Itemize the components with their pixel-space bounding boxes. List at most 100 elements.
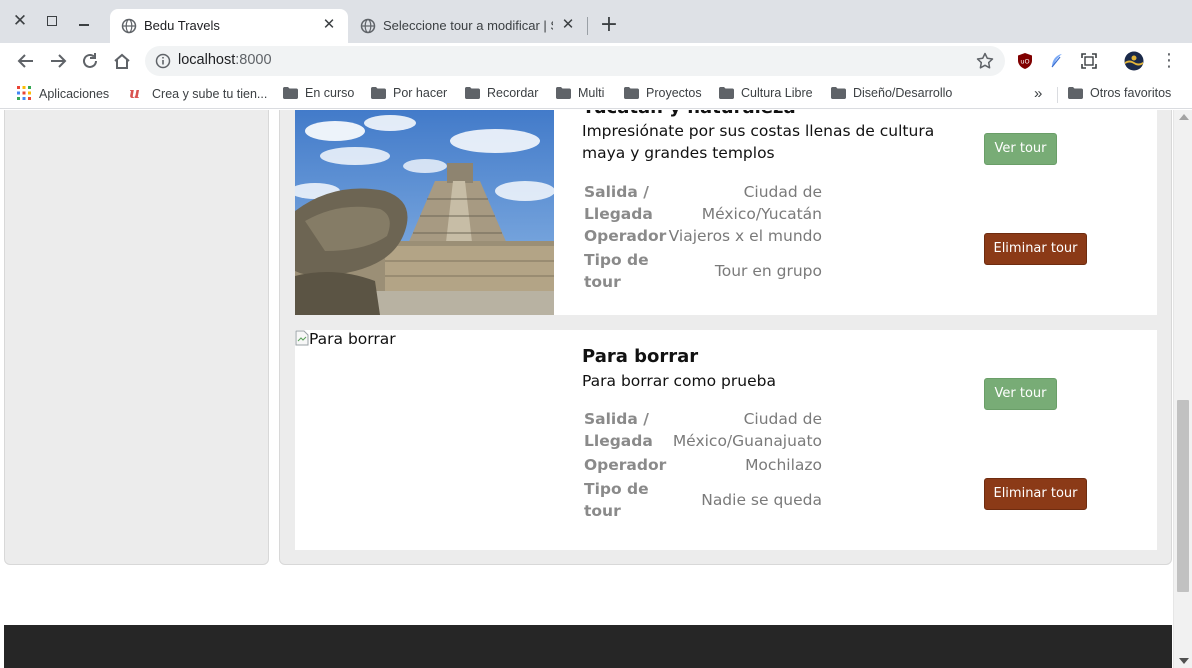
tour-title: Para borrar	[582, 346, 699, 367]
bookmark-recordar[interactable]: Recordar	[465, 86, 538, 104]
window-close-icon[interactable]: ✕	[11, 12, 29, 30]
ublock-shield-icon[interactable]: uO	[1016, 52, 1034, 70]
info-icon[interactable]	[155, 53, 171, 69]
page-viewport: Yucatán y naturaleza Impresiónate por su…	[0, 110, 1192, 668]
tab-title: Bedu Travels	[144, 18, 220, 33]
address-bar[interactable]: localhost:8000	[145, 46, 1005, 76]
tab-seleccione-tour[interactable]: Seleccione tour a modificar | Sitio ✕	[349, 9, 587, 43]
bookmarks-separator	[1057, 87, 1058, 103]
window-minimize-icon[interactable]	[75, 12, 93, 30]
feather-extension-icon[interactable]	[1048, 52, 1066, 70]
bookmark-label: Proyectos	[646, 86, 702, 100]
tour-description: Para borrar como prueba	[582, 372, 776, 390]
tour-description: Impresiónate por sus costas llenas de cu…	[582, 122, 935, 162]
tab-title: Seleccione tour a modificar | Sitio	[383, 18, 553, 33]
window-maximize-icon[interactable]	[43, 12, 61, 30]
globe-icon	[121, 18, 137, 34]
detail-operador: Operador Viajeros x el mundo	[582, 225, 822, 249]
detail-salida-llegada: Salida / Llegada Ciudad de México/Guanaj…	[582, 408, 822, 454]
url-text: localhost:8000	[178, 52, 272, 68]
back-icon[interactable]	[15, 50, 37, 72]
detail-operador: Operador Mochilazo	[582, 454, 822, 478]
bookmark-proyectos[interactable]: Proyectos	[624, 86, 702, 104]
tour-image-chichen-itza	[295, 110, 554, 315]
detail-value: Ciudad de México/Guanajuato	[672, 410, 822, 450]
u-logo-icon: u	[129, 84, 140, 102]
folder-icon	[719, 87, 734, 99]
bookmark-label: En curso	[305, 86, 355, 100]
delete-tour-button[interactable]: Eliminar tour	[984, 478, 1087, 510]
tour-list-panel: Yucatán y naturaleza Impresiónate por su…	[279, 110, 1172, 565]
tour-card: Para borrar Para borrar Para borrar como…	[295, 330, 1157, 550]
browser-menu-icon[interactable]: ⋮	[1160, 52, 1178, 70]
detail-label: Tipo de tour	[584, 251, 649, 291]
bookmark-label: Diseño/Desarrollo	[853, 86, 953, 100]
view-tour-button[interactable]: Ver tour	[984, 378, 1057, 410]
tour-card: Yucatán y naturaleza Impresiónate por su…	[295, 110, 1157, 315]
browser-titlebar: ✕ Bedu Travels ✕ Seleccione tour a modif…	[0, 0, 1192, 43]
page-scrollbar[interactable]	[1173, 110, 1192, 668]
bookmark-star-icon[interactable]	[975, 51, 995, 71]
broken-image-icon	[295, 330, 309, 346]
bookmark-cultura-libre[interactable]: Cultura Libre	[719, 86, 813, 104]
detail-value: Nadie se queda	[701, 491, 822, 509]
folder-icon	[831, 87, 846, 99]
bookmarks-overflow-icon[interactable]: »	[1034, 85, 1042, 102]
bookmark-label: Recordar	[487, 86, 539, 100]
detail-tipo-de-tour: Tipo de tour Tour en grupo	[582, 249, 822, 293]
scroll-down-arrow-icon[interactable]	[1179, 658, 1189, 664]
bookmarks-bar: Aplicaciones u Crea y sube tu tien... En …	[0, 79, 1192, 109]
new-tab-icon[interactable]: +	[598, 14, 620, 36]
bookmark-label: Aplicaciones	[39, 87, 110, 101]
tour-details: Salida / Llegada Ciudad de México/Guanaj…	[582, 408, 822, 522]
detail-value: Mochilazo	[745, 456, 822, 474]
folder-icon	[465, 87, 480, 99]
image-alt-text: Para borrar	[309, 330, 396, 348]
browser-toolbar: localhost:8000 uO ⋮	[0, 43, 1192, 79]
url-host: localhost	[178, 52, 236, 68]
sidebar-panel	[4, 110, 269, 565]
screen-capture-icon[interactable]	[1080, 52, 1098, 70]
bookmark-label: Cultura Libre	[741, 86, 813, 100]
bookmark-label: Multi	[578, 86, 605, 100]
delete-tour-button[interactable]: Eliminar tour	[984, 233, 1087, 265]
bookmark-aplicaciones[interactable]: Aplicaciones	[17, 86, 109, 104]
tab-close-icon[interactable]: ✕	[559, 16, 577, 34]
folder-icon	[556, 87, 571, 99]
bookmark-diseno-desarrollo[interactable]: Diseño/Desarrollo	[831, 86, 952, 104]
bookmark-crea-y-sube[interactable]: u Crea y sube tu tien...	[129, 86, 267, 104]
folder-icon	[624, 87, 639, 99]
detail-value: Tour en grupo	[714, 262, 822, 280]
detail-label: Operador	[584, 227, 667, 245]
svg-text:uO: uO	[1020, 58, 1029, 66]
page-footer	[4, 625, 1172, 668]
profile-avatar-icon[interactable]	[1124, 51, 1144, 71]
apps-grid-icon	[17, 86, 31, 100]
bookmark-otros-favoritos[interactable]: Otros favoritos	[1068, 86, 1171, 104]
detail-label: Tipo de tour	[584, 480, 649, 520]
bookmark-por-hacer[interactable]: Por hacer	[371, 86, 447, 104]
view-tour-button[interactable]: Ver tour	[984, 133, 1057, 165]
bookmark-label: Por hacer	[393, 86, 448, 100]
url-port: :8000	[235, 52, 272, 68]
tour-title: Yucatán y naturaleza	[582, 110, 796, 118]
tab-separator	[587, 17, 588, 35]
home-icon[interactable]	[111, 50, 133, 72]
detail-label: Salida / Llegada	[584, 183, 653, 223]
detail-salida-llegada: Salida / Llegada Ciudad de México/Yucatá…	[582, 181, 822, 225]
tab-bedu-travels[interactable]: Bedu Travels ✕	[110, 9, 348, 43]
folder-icon	[1068, 87, 1083, 99]
scroll-up-arrow-icon[interactable]	[1179, 114, 1189, 120]
bookmark-multi[interactable]: Multi	[556, 86, 604, 104]
folder-icon	[371, 87, 386, 99]
folder-icon	[283, 87, 298, 99]
forward-icon[interactable]	[47, 50, 69, 72]
bookmark-en-curso[interactable]: En curso	[283, 86, 354, 104]
bookmark-label: Crea y sube tu tien...	[152, 87, 268, 101]
reload-icon[interactable]	[79, 50, 101, 72]
globe-icon	[360, 18, 376, 34]
detail-tipo-de-tour: Tipo de tour Nadie se queda	[582, 478, 822, 522]
scrollbar-thumb[interactable]	[1177, 400, 1189, 592]
tour-image-broken: Para borrar	[295, 330, 396, 348]
tab-close-icon[interactable]: ✕	[320, 16, 338, 34]
